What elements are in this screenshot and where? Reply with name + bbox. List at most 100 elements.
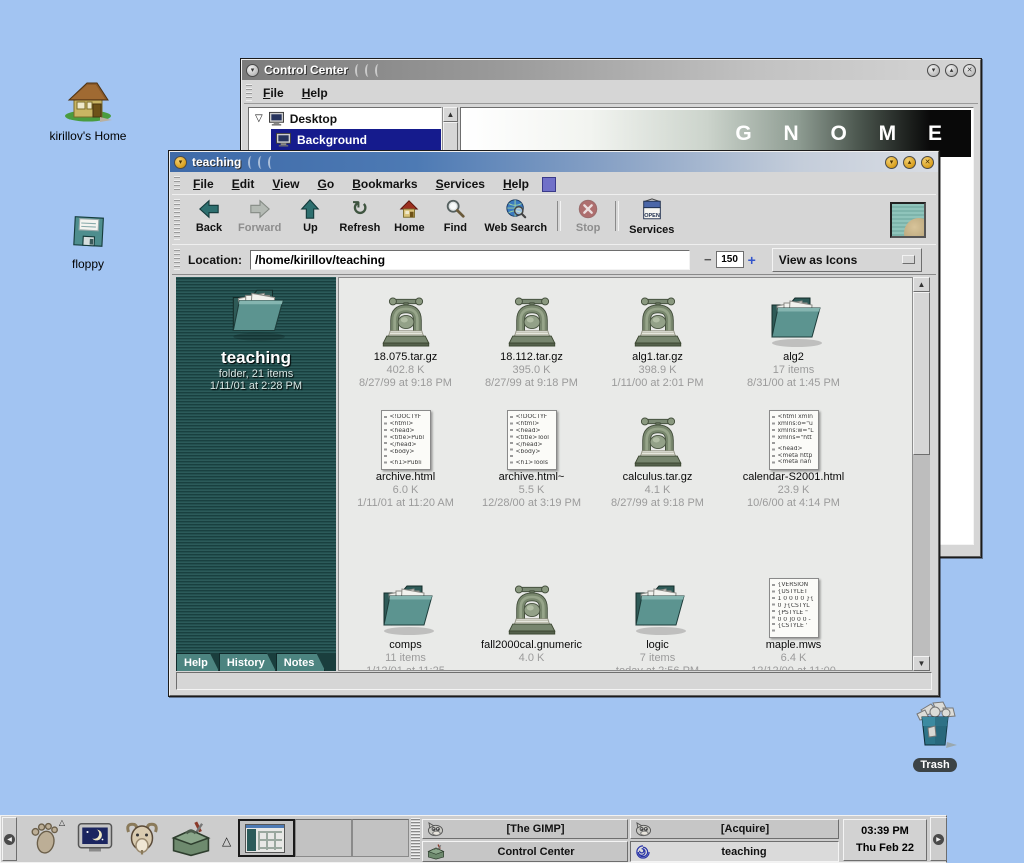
compressed-archive-icon xyxy=(504,294,560,350)
nautilus-toolbar: Back Forward Up ↻ Refresh Home Find Web … xyxy=(172,194,936,245)
back-arrow-icon xyxy=(197,198,221,220)
html-document-icon: <!DOCTYF <html> <head> <title>Publ </hea… xyxy=(381,410,431,470)
sidebar-tab-notes[interactable]: Notes xyxy=(276,653,326,671)
desktop-icon-home[interactable]: kirillov's Home xyxy=(28,76,148,143)
dropdown-indicator-icon xyxy=(902,255,915,264)
sidebar-tab-history[interactable]: History xyxy=(219,653,276,671)
panel-hide-right-button[interactable]: ▶ xyxy=(930,817,947,861)
pager-arrow-icon[interactable]: △ xyxy=(222,834,231,848)
tree-item-background[interactable]: Background xyxy=(271,129,441,150)
desk-guide-pager[interactable] xyxy=(238,819,409,857)
wilber-icon xyxy=(427,822,444,837)
hide-right-arrow-icon: ▶ xyxy=(933,834,944,845)
menubar-grip[interactable] xyxy=(246,84,252,101)
zoom-out-button[interactable]: − xyxy=(704,252,712,267)
file-item[interactable]: comps 11 items 1/12/01 at 11:25 xyxy=(343,576,468,671)
menu-view[interactable]: View xyxy=(263,174,308,194)
close-button[interactable]: ✕ xyxy=(921,156,934,169)
hide-left-arrow-icon: ◀ xyxy=(4,834,15,845)
clock-applet[interactable]: 03:39 PM Thu Feb 22 xyxy=(843,819,927,861)
file-item[interactable]: calculus.tar.gz 4.1 K 8/27/99 at 9:18 PM xyxy=(595,408,720,510)
desktop-icon-floppy-label: floppy xyxy=(38,257,138,271)
tree-item-desktop[interactable]: ▽ Desktop xyxy=(249,108,441,129)
web-search-button[interactable]: Web Search xyxy=(478,195,553,237)
shade-button[interactable]: ▾ xyxy=(927,64,940,77)
screensaver-launcher[interactable] xyxy=(73,818,117,858)
menu-go[interactable]: Go xyxy=(309,174,344,194)
gnome-banner-text: G N O M E xyxy=(735,122,955,146)
toolbar-separator xyxy=(557,201,561,231)
shade-button[interactable]: ▾ xyxy=(885,156,898,169)
desktop-icon-trash-label: Trash xyxy=(913,758,956,772)
file-item[interactable]: alg1.tar.gz 398.9 K 1/11/00 at 2:01 PM xyxy=(595,288,720,390)
menu-help[interactable]: Help xyxy=(293,83,337,103)
menu-edit[interactable]: Edit xyxy=(223,174,264,194)
file-item[interactable]: <html xmln xmlns:o="u xmlns:w="L xmlns="… xyxy=(731,408,856,510)
main-scrollbar[interactable]: ▲ ▼ xyxy=(912,277,930,671)
file-item[interactable]: <!DOCTYF <html> <head> <title>Publ </hea… xyxy=(343,408,468,510)
close-button[interactable]: ✕ xyxy=(963,64,976,77)
gnu-launcher[interactable] xyxy=(121,818,163,858)
desktop-icon-trash[interactable]: Trash xyxy=(890,700,980,773)
locationbar-grip[interactable] xyxy=(174,249,180,270)
maximize-button[interactable]: ▴ xyxy=(945,64,958,77)
up-button[interactable]: Up xyxy=(287,195,333,237)
menu-bookmarks[interactable]: Bookmarks xyxy=(343,174,426,194)
desktop-icon-floppy[interactable]: floppy xyxy=(38,214,138,271)
screensaver-monitor-icon xyxy=(76,820,114,856)
menu-help[interactable]: Help xyxy=(494,174,538,194)
find-magnifier-icon xyxy=(443,198,467,220)
home-button[interactable]: Home xyxy=(386,195,432,237)
svg-text:OPEN: OPEN xyxy=(644,213,660,219)
panel-hide-left-button[interactable]: ◀ xyxy=(2,817,17,861)
stop-button[interactable]: Stop xyxy=(565,195,611,237)
view-mode-dropdown[interactable]: View as Icons xyxy=(772,248,922,272)
file-icon-view[interactable]: 18.075.tar.gz 402.8 K 8/27/99 at 9:18 PM… xyxy=(338,277,912,671)
titlebar-stripes xyxy=(248,156,275,169)
task-acquire[interactable]: [Acquire] xyxy=(630,819,839,839)
nautilus-title: teaching xyxy=(192,155,241,169)
main-menu-button[interactable]: △ xyxy=(23,818,67,858)
forward-button[interactable]: Forward xyxy=(232,195,287,237)
workspace-1-active[interactable] xyxy=(238,819,295,857)
control-center-titlebar[interactable]: ▾ Control Center ▾ ▴ ✕ xyxy=(242,60,980,80)
toolbox-icon xyxy=(169,819,213,857)
control-center-launcher[interactable] xyxy=(165,818,217,858)
file-item[interactable]: 18.112.tar.gz 395.0 K 8/27/99 at 9:18 PM xyxy=(469,288,594,390)
sidebar-tabs: Help History Notes xyxy=(176,653,336,671)
back-button[interactable]: Back xyxy=(186,195,232,237)
services-button[interactable]: OPEN Services xyxy=(623,195,680,239)
panel-handle[interactable] xyxy=(411,818,420,860)
nautilus-titlebar[interactable]: ▾ teaching ▾ ▴ ✕ xyxy=(170,152,938,172)
sidebar-tab-help[interactable]: Help xyxy=(176,653,219,671)
tree-scroll-up[interactable]: ▲ xyxy=(443,107,458,122)
scroll-up-button[interactable]: ▲ xyxy=(913,277,930,292)
refresh-button[interactable]: ↻ Refresh xyxy=(333,195,386,237)
file-item[interactable]: 18.075.tar.gz 402.8 K 8/27/99 at 9:18 PM xyxy=(343,288,468,390)
task-gimp[interactable]: [The GIMP] xyxy=(422,819,628,839)
tree-item-desktop-label: Desktop xyxy=(290,112,337,126)
window-menu-icon[interactable]: ▾ xyxy=(174,156,187,169)
menu-file[interactable]: File xyxy=(254,83,293,103)
workspace-2[interactable] xyxy=(295,819,352,857)
tree-expander-icon[interactable]: ▽ xyxy=(255,113,263,124)
compressed-archive-icon xyxy=(378,294,434,350)
file-item[interactable]: <!DOCTYF <html> <head> <title>Tool </hea… xyxy=(469,408,594,510)
workspace-3[interactable] xyxy=(352,819,409,857)
find-button[interactable]: Find xyxy=(432,195,478,237)
folder-icon xyxy=(374,580,438,638)
toolbar-grip[interactable] xyxy=(174,199,180,240)
menubar-grip[interactable] xyxy=(174,176,180,192)
window-menu-icon[interactable]: ▾ xyxy=(246,64,259,77)
menu-services[interactable]: Services xyxy=(427,174,494,194)
scroll-thumb[interactable] xyxy=(913,292,930,455)
zoom-in-button[interactable]: + xyxy=(748,252,756,268)
location-input[interactable] xyxy=(250,250,690,270)
file-item[interactable]: alg2 17 items 8/31/00 at 1:45 PM xyxy=(731,288,856,390)
scroll-down-button[interactable]: ▼ xyxy=(913,656,930,671)
file-item[interactable]: logic 7 items today at 2:56 PM xyxy=(595,576,720,671)
menu-file[interactable]: File xyxy=(184,174,223,194)
file-item[interactable]: fall2000cal.gnumeric 4.0 K xyxy=(469,576,594,665)
file-item[interactable]: {VERSION {USTYLET 1 0 0 0 0 }{ 0 }{CSTYL… xyxy=(731,576,856,671)
maximize-button[interactable]: ▴ xyxy=(903,156,916,169)
